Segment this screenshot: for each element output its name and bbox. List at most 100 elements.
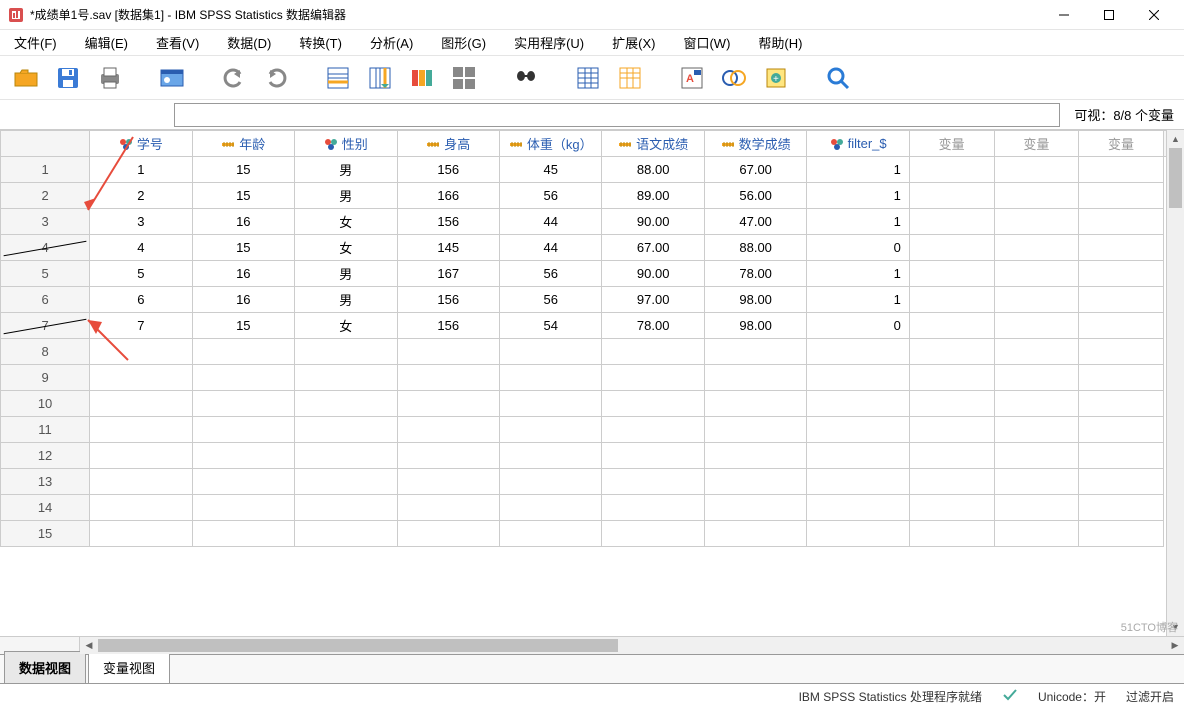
corner-cell[interactable] [1,131,90,157]
row-header[interactable]: 8 [1,339,90,365]
row-header[interactable]: 7 [1,313,90,339]
data-cell[interactable]: 45 [499,157,601,183]
tab-data-view[interactable]: 数据视图 [4,651,86,683]
data-cell[interactable]: 56 [499,261,601,287]
data-cell[interactable]: 1 [807,261,909,287]
column-header[interactable]: 数学成绩 [704,131,806,157]
data-cell[interactable]: 4 [90,235,192,261]
find-icon[interactable] [510,62,542,94]
data-cell[interactable] [499,495,601,521]
data-cell[interactable]: 67.00 [602,235,704,261]
data-cell[interactable] [602,391,704,417]
data-cell[interactable]: 78.00 [602,313,704,339]
data-cell[interactable] [602,443,704,469]
data-cell[interactable] [994,495,1079,521]
data-cell[interactable]: 男 [295,183,397,209]
undo-icon[interactable] [218,62,250,94]
data-cell[interactable]: 98.00 [704,313,806,339]
row-header[interactable]: 6 [1,287,90,313]
row-header[interactable]: 3 [1,209,90,235]
menu-analyze[interactable]: 分析(A) [364,31,419,54]
data-cell[interactable] [192,495,294,521]
data-cell[interactable] [704,495,806,521]
data-cell[interactable]: 156 [397,313,499,339]
data-cell[interactable] [90,365,192,391]
run-descriptives-icon[interactable] [448,62,480,94]
data-cell[interactable]: 145 [397,235,499,261]
data-cell[interactable]: 166 [397,183,499,209]
column-header[interactable]: 体重（kg） [499,131,601,157]
data-cell[interactable]: 156 [397,287,499,313]
data-cell[interactable] [397,365,499,391]
data-cell[interactable]: 47.00 [704,209,806,235]
data-cell[interactable] [909,443,994,469]
data-cell[interactable] [295,495,397,521]
data-cell[interactable] [192,339,294,365]
data-cell[interactable]: 88.00 [602,157,704,183]
data-cell[interactable] [994,339,1079,365]
data-cell[interactable] [704,443,806,469]
menu-view[interactable]: 查看(V) [150,31,205,54]
row-header[interactable]: 12 [1,443,90,469]
menu-help[interactable]: 帮助(H) [752,31,808,54]
data-cell[interactable]: 15 [192,157,294,183]
search-icon[interactable] [822,62,854,94]
data-cell[interactable] [1079,521,1164,547]
data-cell[interactable]: 78.00 [704,261,806,287]
data-cell[interactable]: 女 [295,209,397,235]
data-cell[interactable] [994,365,1079,391]
menu-window[interactable]: 窗口(W) [677,31,736,54]
data-cell[interactable] [602,469,704,495]
split-file-icon[interactable]: A [676,62,708,94]
data-cell[interactable] [994,391,1079,417]
open-icon[interactable] [10,62,42,94]
data-cell[interactable] [397,339,499,365]
row-header[interactable]: 2 [1,183,90,209]
data-cell[interactable]: 56 [499,287,601,313]
data-cell[interactable] [909,339,994,365]
row-header[interactable]: 1 [1,157,90,183]
close-button[interactable] [1131,1,1176,29]
data-cell[interactable] [1079,417,1164,443]
data-cell[interactable]: 0 [807,235,909,261]
data-grid[interactable]: 学号年龄性别身高体重（kg）语文成绩数学成绩filter_$变量变量变量1115… [0,130,1184,636]
data-cell[interactable] [602,521,704,547]
data-cell[interactable] [192,417,294,443]
data-cell[interactable] [909,521,994,547]
column-header[interactable]: 身高 [397,131,499,157]
data-cell[interactable] [192,391,294,417]
data-cell[interactable]: 2 [90,183,192,209]
data-cell[interactable] [1079,339,1164,365]
data-cell[interactable] [295,443,397,469]
menu-file[interactable]: 文件(F) [8,31,63,54]
data-cell[interactable]: 90.00 [602,209,704,235]
data-cell[interactable]: 88.00 [704,235,806,261]
data-cell[interactable] [192,365,294,391]
menu-graphs[interactable]: 图形(G) [435,31,492,54]
data-cell[interactable] [295,365,397,391]
data-cell[interactable]: 44 [499,209,601,235]
data-cell[interactable] [994,469,1079,495]
data-cell[interactable]: 0 [807,313,909,339]
data-cell[interactable]: 44 [499,235,601,261]
data-cell[interactable] [909,391,994,417]
data-cell[interactable] [807,469,909,495]
data-cell[interactable]: 156 [397,157,499,183]
data-cell[interactable] [704,417,806,443]
data-cell[interactable] [397,417,499,443]
data-cell[interactable] [807,495,909,521]
data-cell[interactable]: 男 [295,261,397,287]
data-cell[interactable] [704,469,806,495]
row-header[interactable]: 11 [1,417,90,443]
data-cell[interactable] [499,469,601,495]
data-cell[interactable] [90,339,192,365]
data-cell[interactable]: 16 [192,209,294,235]
row-header[interactable]: 14 [1,495,90,521]
data-cell[interactable] [90,469,192,495]
empty-column-header[interactable]: 变量 [909,131,994,157]
data-cell[interactable] [90,417,192,443]
row-header[interactable]: 15 [1,521,90,547]
data-cell[interactable]: 56.00 [704,183,806,209]
data-cell[interactable]: 15 [192,313,294,339]
empty-column-header[interactable]: 变量 [994,131,1079,157]
